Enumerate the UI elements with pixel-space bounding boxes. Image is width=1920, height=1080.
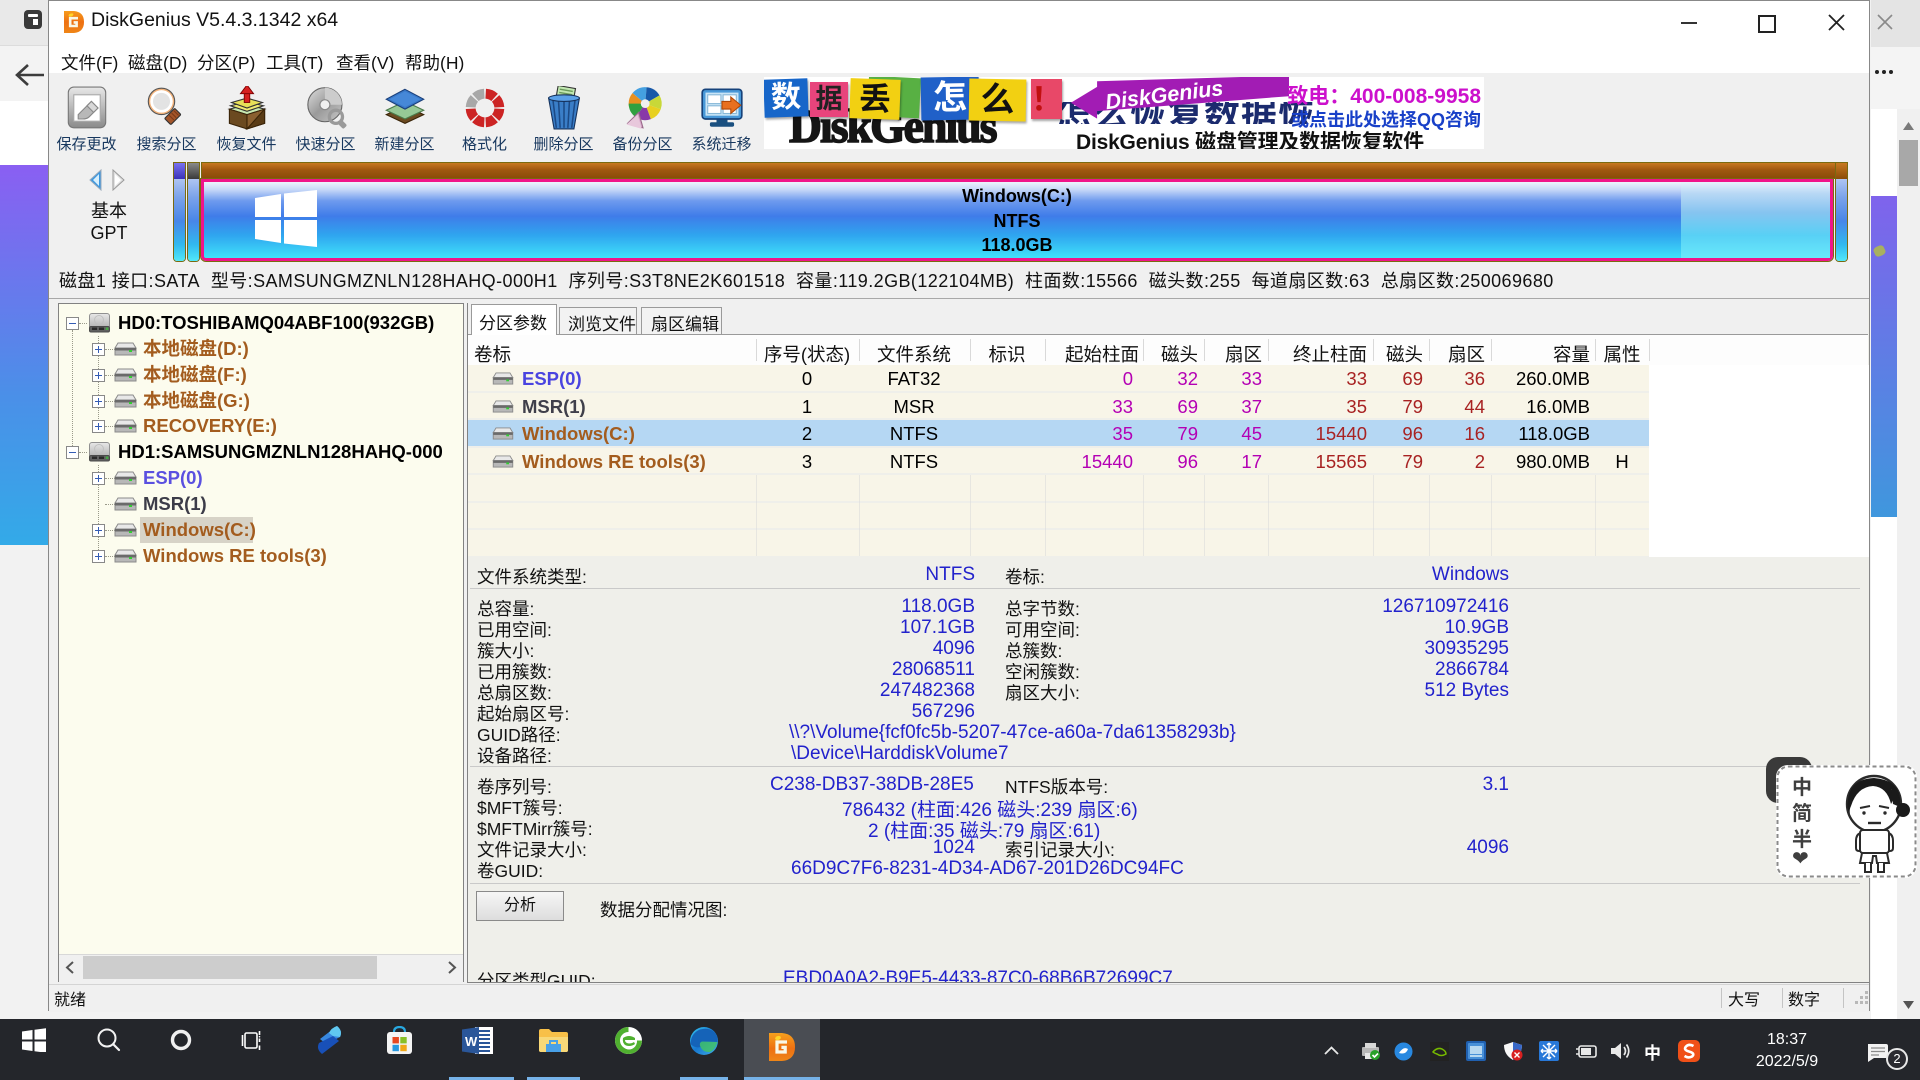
svg-text:W: W [465, 1034, 478, 1049]
